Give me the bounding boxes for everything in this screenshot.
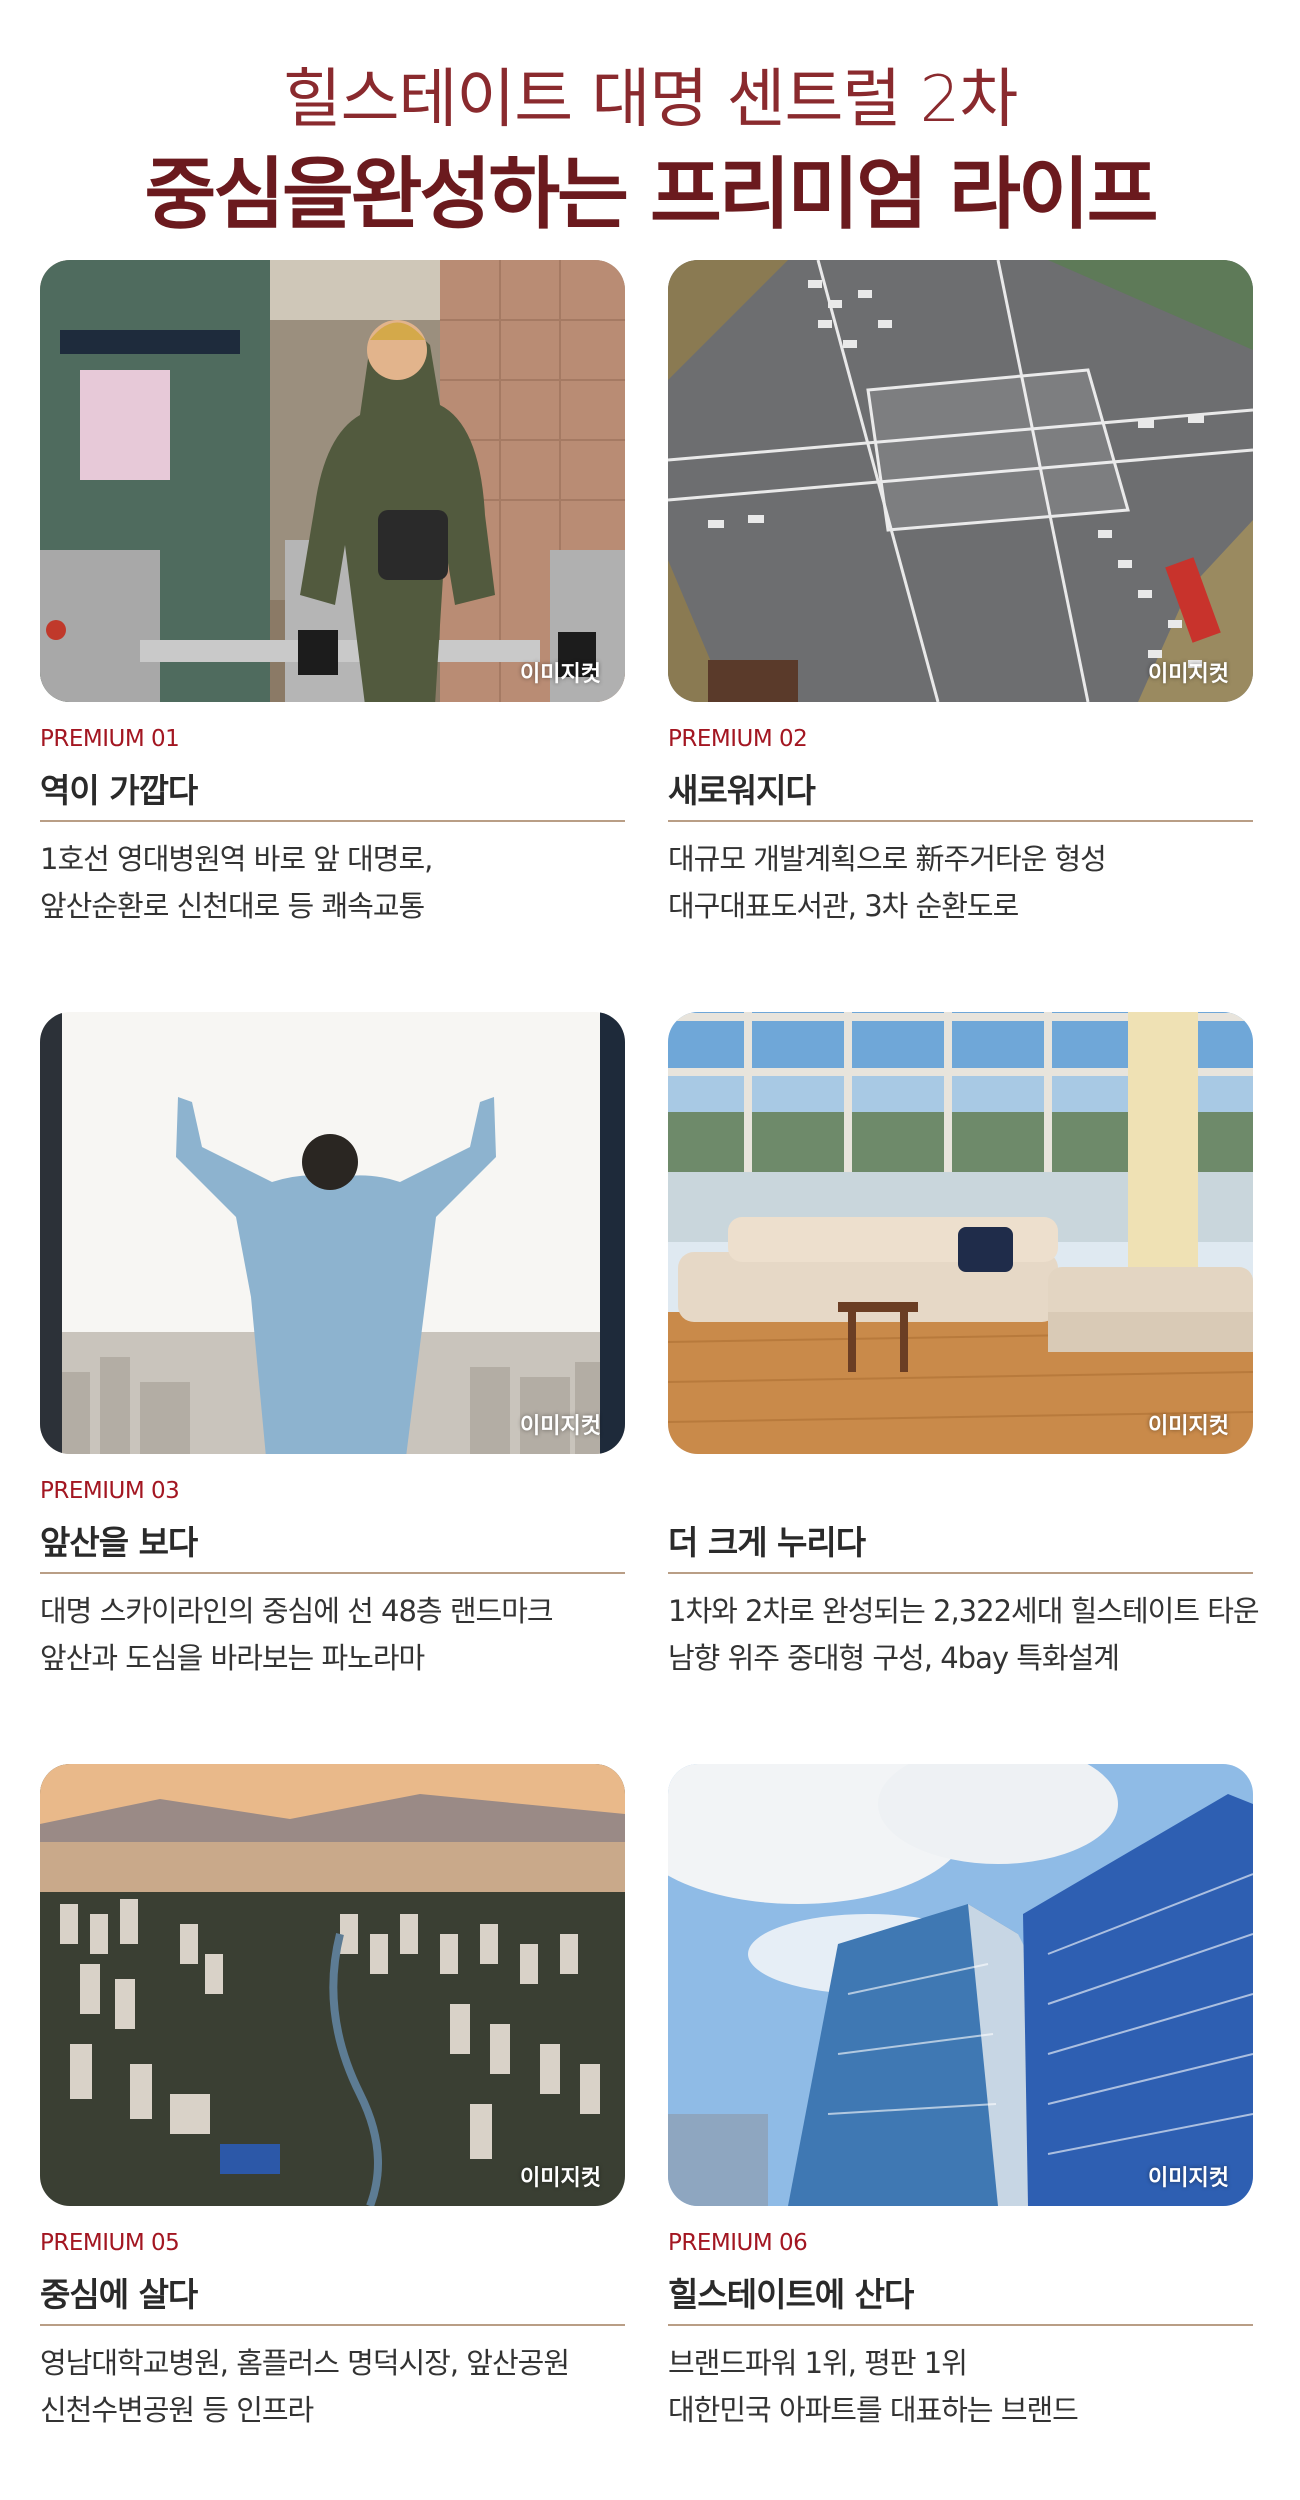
card-title: 더 크게 누리다 — [668, 1523, 866, 1562]
divider — [40, 2324, 625, 2326]
watermark-label: 이미지컷 — [520, 2166, 601, 2191]
page-subtitle: 힐스테이트 대명 센트럴 2차 — [282, 63, 1018, 137]
description-line: 앞산순환로 신천대로 등 쾌속교통 — [40, 889, 425, 923]
card-description: 대규모 개발계획으로 新주거타운 형성 대구대표도서관, 3차 순환도로 — [668, 836, 1253, 930]
premium-card-02: 이미지컷 PREMIUM 02 새로워지다 대규모 개발계획으로 新주거타운 형… — [668, 260, 1253, 930]
premium-card-03: 이미지컷 PREMIUM 03 앞산을 보다 대명 스카이라인의 중심에 선 4… — [40, 1012, 625, 1682]
man-window-view-photo: 이미지컷 — [40, 1012, 625, 1454]
premium-label: PREMIUM 02 — [668, 726, 808, 752]
description-line: 대규모 개발계획으로 新주거타운 형성 — [668, 842, 1107, 876]
description-line: 신천수변공원 등 인프라 — [40, 2393, 314, 2427]
description-line: 남향 위주 중대형 구성, 4bay 특화설계 — [668, 1641, 1120, 1675]
description-line: 1차와 2차로 완성되는 2,322세대 힐스테이트 타운 — [668, 1594, 1260, 1628]
card-description: 1호선 영대병원역 바로 앞 대명로, 앞산순환로 신천대로 등 쾌속교통 — [40, 836, 625, 930]
premium-label: PREMIUM 06 — [668, 2230, 808, 2256]
premium-label: PREMIUM 03 — [40, 1478, 180, 1504]
watermark-label: 이미지컷 — [520, 1414, 601, 1439]
living-room-photo: 이미지컷 — [668, 1012, 1253, 1454]
watermark-label: 이미지컷 — [1148, 2166, 1229, 2191]
premium-card-04: 이미지컷 더 크게 누리다 1차와 2차로 완성되는 2,322세대 힐스테이트… — [668, 1012, 1260, 1682]
subway-gate-photo: 이미지컷 — [40, 260, 625, 702]
glass-towers-photo: 이미지컷 — [668, 1764, 1253, 2206]
premium-label: PREMIUM 01 — [40, 726, 180, 752]
premium-card-06: 이미지컷 PREMIUM 06 힐스테이트에 산다 브랜드파워 1위, 평판 1… — [668, 1764, 1253, 2434]
card-title: 중심에 살다 — [40, 2275, 198, 2314]
card-description: 대명 스카이라인의 중심에 선 48층 랜드마크 앞산과 도심을 바라보는 파노… — [40, 1588, 625, 1682]
description-line: 영남대학교병원, 홈플러스 명덕시장, 앞산공원 — [40, 2346, 570, 2380]
divider — [668, 820, 1253, 822]
premium-card-05: 이미지컷 PREMIUM 05 중심에 살다 영남대학교병원, 홈플러스 명덕시… — [40, 1764, 625, 2434]
description-line: 대한민국 아파트를 대표하는 브랜드 — [668, 2393, 1079, 2427]
description-line: 대명 스카이라인의 중심에 선 48층 랜드마크 — [40, 1594, 554, 1628]
premium-card-01: 이미지컷 PREMIUM 01 역이 가깝다 1호선 영대병원역 바로 앞 대명… — [40, 260, 625, 930]
card-title: 앞산을 보다 — [40, 1523, 198, 1562]
divider — [40, 820, 625, 822]
divider — [40, 1572, 625, 1574]
premium-label — [668, 1478, 1253, 1510]
description-line: 1호선 영대병원역 바로 앞 대명로, — [40, 842, 433, 876]
intersection-aerial-photo: 이미지컷 — [668, 260, 1253, 702]
card-title: 새로워지다 — [668, 771, 816, 810]
watermark-label: 이미지컷 — [520, 662, 601, 687]
watermark-label: 이미지컷 — [1148, 1414, 1229, 1439]
divider — [668, 1572, 1253, 1574]
card-description: 1차와 2차로 완성되는 2,322세대 힐스테이트 타운 남향 위주 중대형 … — [668, 1588, 1260, 1682]
page-title: 중심을완성하는 프리미엄 라이프 — [144, 150, 1159, 240]
divider — [668, 2324, 1253, 2326]
watermark-label: 이미지컷 — [1148, 662, 1229, 687]
description-line: 브랜드파워 1위, 평판 1위 — [668, 2346, 968, 2380]
premium-label: PREMIUM 05 — [40, 2230, 180, 2256]
card-title: 역이 가깝다 — [40, 771, 198, 810]
card-description: 브랜드파워 1위, 평판 1위 대한민국 아파트를 대표하는 브랜드 — [668, 2340, 1253, 2434]
description-line: 앞산과 도심을 바라보는 파노라마 — [40, 1641, 425, 1675]
city-aerial-photo: 이미지컷 — [40, 1764, 625, 2206]
card-description: 영남대학교병원, 홈플러스 명덕시장, 앞산공원 신천수변공원 등 인프라 — [40, 2340, 625, 2434]
description-line: 대구대표도서관, 3차 순환도로 — [668, 889, 1019, 923]
card-title: 힐스테이트에 산다 — [668, 2275, 914, 2314]
